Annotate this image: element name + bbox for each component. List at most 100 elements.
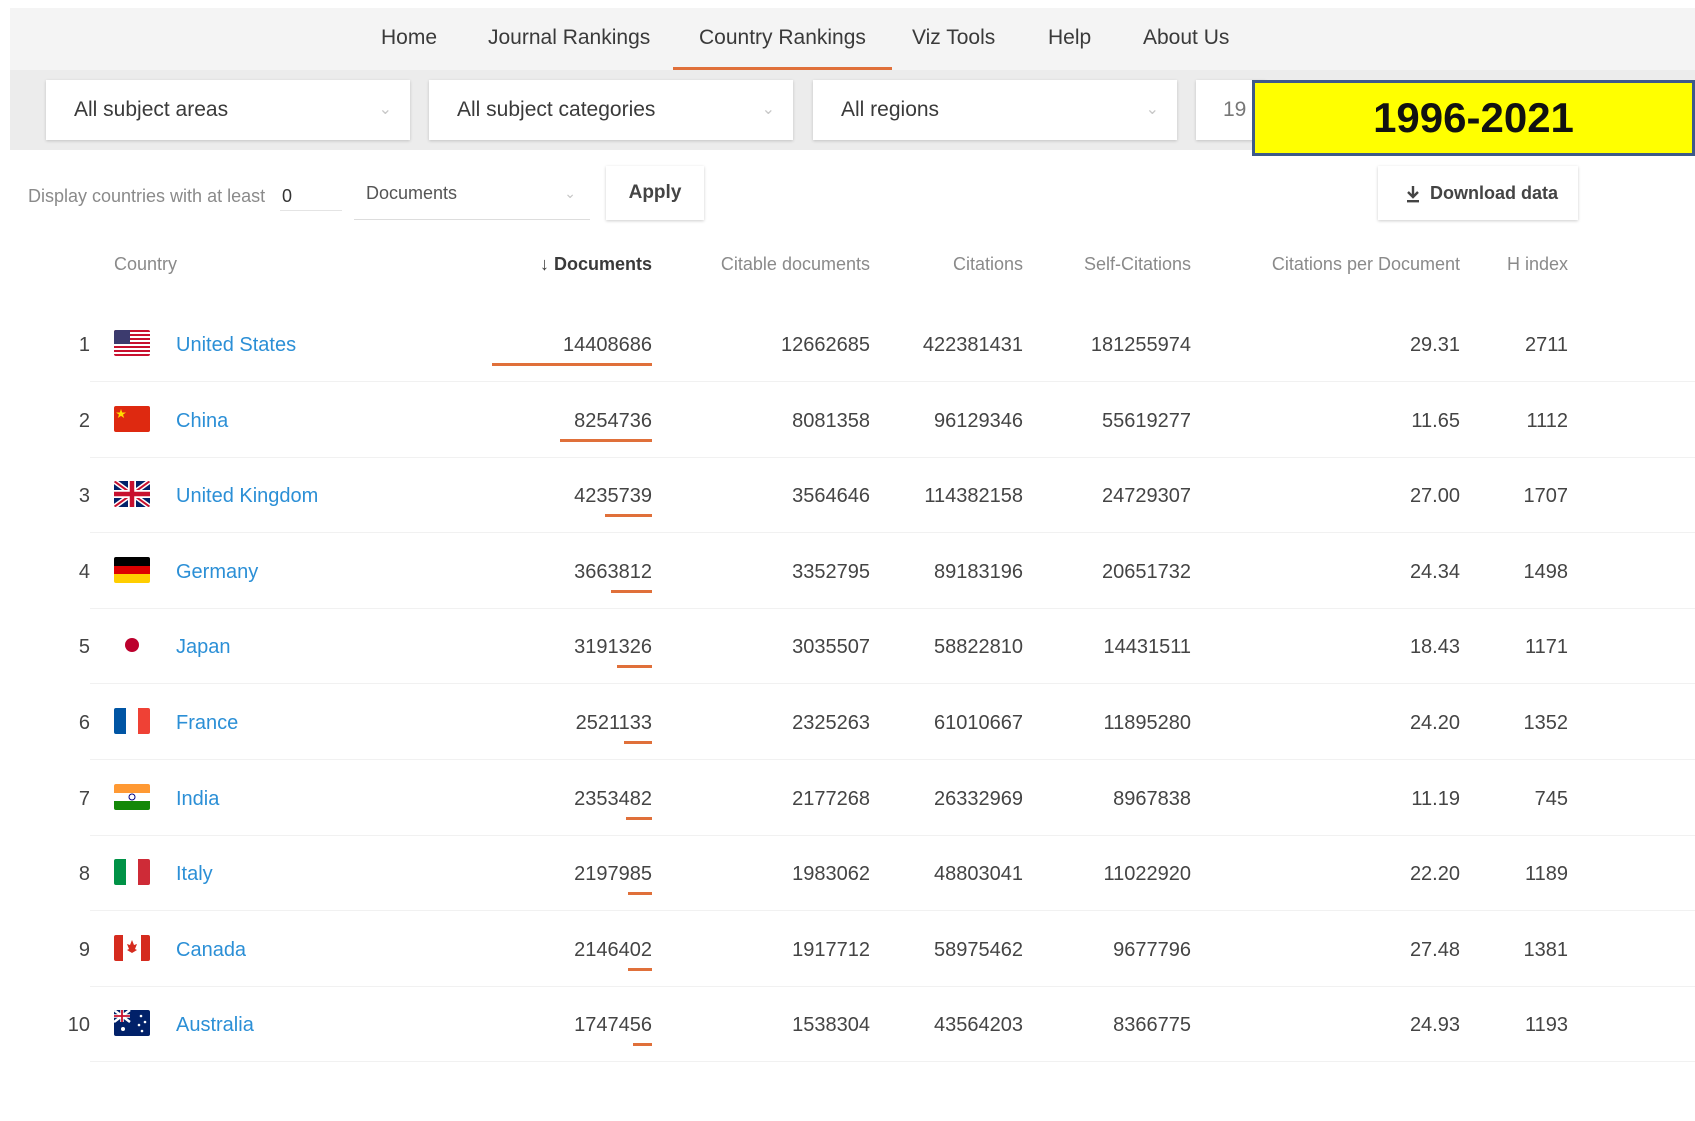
documents-bar [628, 892, 652, 896]
rank-cell: 3 [78, 485, 90, 508]
header-documents[interactable]: ↓ Documents [536, 254, 652, 275]
country-link[interactable]: France [176, 712, 238, 735]
nav-viz-tools[interactable]: Viz Tools [912, 8, 995, 70]
citations-per-document-cell: 24.20 [1409, 712, 1460, 734]
citable-documents-cell: 3035507 [792, 636, 870, 659]
documents-cell: 1747456 [574, 1014, 652, 1037]
download-data-button[interactable]: Download data [1378, 166, 1578, 220]
citations-cell: 58975462 [934, 938, 1023, 961]
country-link[interactable]: Italy [176, 863, 213, 886]
h-index-cell: 1352 [1523, 712, 1569, 734]
table-row: 3 United Kingdom 4235739 3564646 114382158 24… [28, 457, 1695, 534]
year-range-highlight: 1996-2021 [1252, 80, 1695, 156]
min-count-input[interactable] [280, 182, 342, 211]
documents-cell: 3191326 [574, 636, 652, 659]
sort-down-arrow-icon: ↓ [539, 254, 554, 274]
nav-home[interactable]: Home [381, 8, 437, 70]
self-citations-cell: 181255974 [1090, 334, 1191, 356]
citations-per-document-cell: 22.20 [1409, 863, 1460, 886]
country-link[interactable]: United States [176, 334, 296, 357]
chevron-down-icon: ⌄ [761, 101, 775, 118]
rank-cell: 5 [78, 636, 90, 659]
download-icon [1407, 186, 1419, 203]
h-index-cell: 1498 [1523, 560, 1569, 583]
header-self-citations[interactable]: Self-Citations [1058, 254, 1191, 275]
citations-cell: 89183196 [934, 560, 1023, 583]
country-link[interactable]: Japan [176, 636, 231, 659]
year-value: 19 [1223, 98, 1247, 121]
header-h-index[interactable]: H index [1488, 254, 1568, 275]
documents-cell: 2197985 [574, 863, 652, 886]
rank-cell: 1 [78, 334, 90, 356]
nav-about-us[interactable]: About Us [1143, 8, 1229, 70]
citations-per-document-cell: 24.93 [1409, 1014, 1460, 1037]
citable-documents-cell: 12662685 [781, 334, 870, 356]
header-citations[interactable]: Citations [908, 254, 1023, 275]
citations-per-document-cell: 27.00 [1409, 485, 1460, 508]
documents-cell: 2521133 [575, 712, 652, 734]
documents-bar [605, 514, 652, 518]
row-divider [90, 1061, 1695, 1063]
chevron-down-icon: ⌄ [378, 101, 392, 118]
country-link[interactable]: Australia [176, 1014, 254, 1037]
citable-documents-cell: 1917712 [792, 938, 870, 961]
documents-bar [626, 816, 652, 820]
nav-country-rankings[interactable]: Country Rankings [673, 8, 892, 70]
nav-journal-rankings[interactable]: Journal Rankings [488, 8, 650, 70]
documents-bar [633, 1043, 652, 1047]
top-nav: Home Journal Rankings Country Rankings V… [10, 8, 1695, 70]
h-index-cell: 1189 [1524, 863, 1568, 886]
flag-it-icon [114, 859, 150, 886]
nav-help[interactable]: Help [1048, 8, 1091, 70]
citations-per-document-cell: 27.48 [1409, 938, 1460, 961]
subject-category-value: All subject categories [457, 98, 656, 121]
self-citations-cell: 20651732 [1102, 560, 1191, 583]
citations-cell: 96129346 [934, 409, 1023, 432]
citable-documents-cell: 1538304 [792, 1014, 870, 1037]
country-table: Country ↓ Documents Citable documents Ci… [28, 234, 1695, 1121]
self-citations-cell: 11895280 [1103, 712, 1192, 734]
self-citations-cell: 24729307 [1102, 485, 1191, 508]
header-country[interactable]: Country [114, 254, 177, 275]
documents-cell: 3663812 [574, 560, 652, 583]
citable-documents-cell: 2325263 [792, 712, 870, 734]
country-link[interactable]: United Kingdom [176, 485, 318, 508]
flag-cn-icon [114, 405, 150, 432]
h-index-cell: 1112 [1526, 409, 1568, 432]
flag-au-icon [114, 1010, 150, 1037]
flag-in-icon [114, 783, 150, 810]
header-citations-per-document[interactable]: Citations per Document [1238, 254, 1460, 275]
table-row: 7 India 2353482 2177268 26332969 8967838 11.19… [28, 760, 1695, 836]
country-link[interactable]: Germany [176, 561, 258, 584]
flag-fr-icon [114, 708, 150, 734]
country-link[interactable]: Canada [176, 939, 246, 962]
display-countries-label: Display countries with at least [28, 186, 266, 206]
flag-jp-icon [114, 632, 150, 659]
citations-per-document-cell: 24.34 [1409, 560, 1460, 583]
metric-select[interactable]: Documents ⌄ [354, 166, 590, 220]
h-index-cell: 745 [1534, 787, 1568, 810]
citations-cell: 48803041 [934, 863, 1023, 886]
chevron-down-icon: ⌄ [1145, 101, 1159, 118]
rank-cell: 6 [78, 712, 90, 734]
country-link[interactable]: India [176, 788, 219, 811]
apply-button[interactable]: Apply [606, 166, 704, 220]
table-row: 2 China 8254736 8081358 96129346 55619277 11.6… [28, 382, 1695, 458]
subject-area-select[interactable]: All subject areas ⌄ [46, 80, 410, 140]
h-index-cell: 1707 [1523, 485, 1569, 508]
header-citable-documents[interactable]: Citable documents [688, 254, 870, 275]
documents-bar [492, 363, 652, 366]
documents-bar [628, 967, 652, 971]
flag-gb-icon [114, 481, 150, 508]
citations-per-document-cell: 18.43 [1409, 636, 1460, 659]
citable-documents-cell: 3352795 [792, 560, 870, 583]
region-select[interactable]: All regions ⌄ [813, 80, 1177, 140]
self-citations-cell: 11022920 [1103, 863, 1192, 886]
subject-category-select[interactable]: All subject categories ⌄ [429, 80, 793, 140]
documents-cell: 14408686 [563, 334, 652, 356]
citations-cell: 114382158 [924, 485, 1023, 508]
flag-de-icon [114, 556, 150, 583]
self-citations-cell: 55619277 [1102, 409, 1191, 432]
documents-bar [611, 589, 652, 593]
country-link[interactable]: China [176, 410, 228, 433]
